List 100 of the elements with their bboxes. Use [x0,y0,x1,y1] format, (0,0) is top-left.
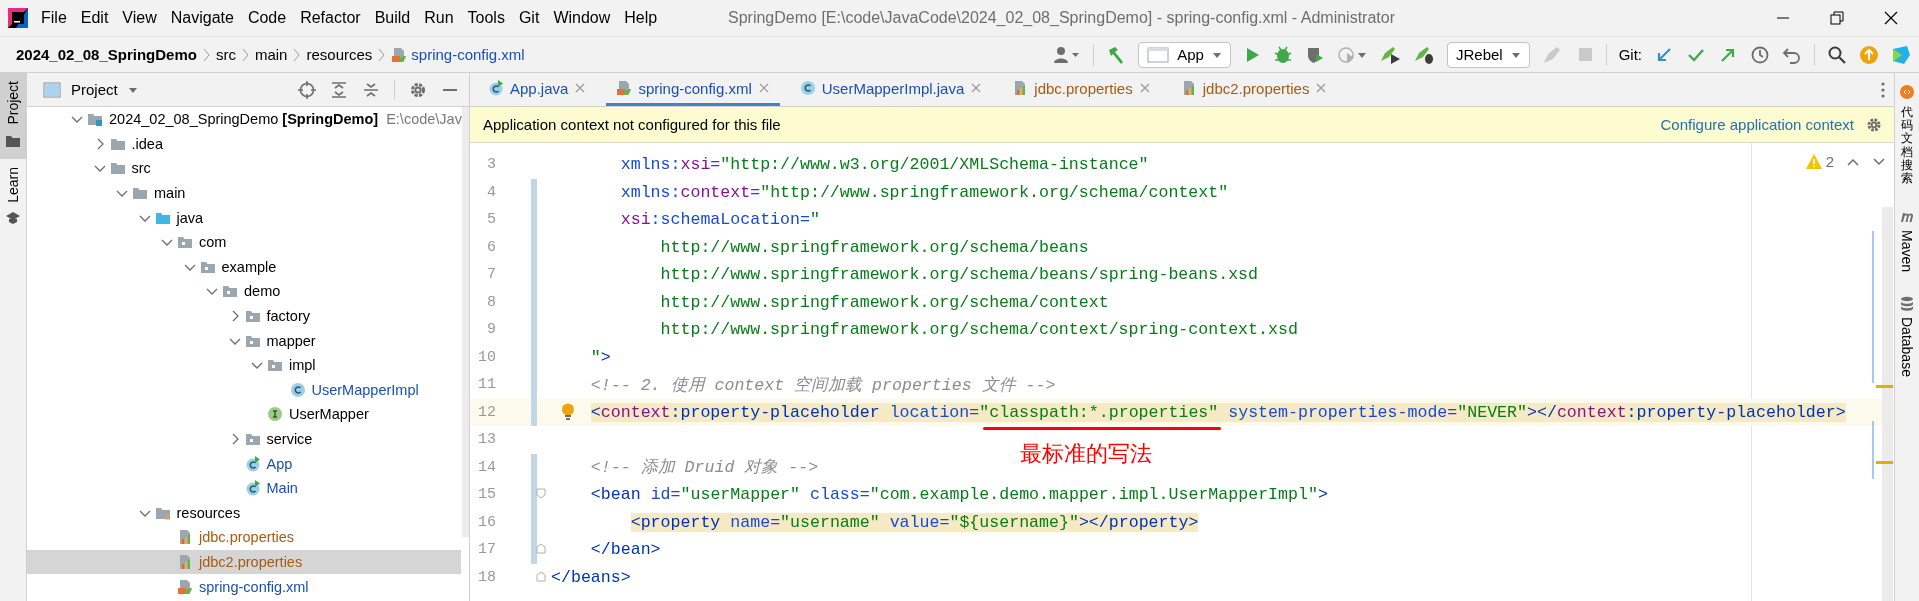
tree-item[interactable]: com [27,229,461,255]
menu-item[interactable]: Help [624,9,658,27]
path-label: E:\code\Jav [386,111,462,128]
menu-item[interactable]: Edit [80,9,109,27]
rocket-bug-icon[interactable] [1412,44,1435,65]
change-stripe [1872,421,1874,479]
menu-item[interactable]: Build [374,9,411,27]
target-icon[interactable] [298,80,316,99]
code-line: http://www.springframework.org/schema/context/spring-context.xsd [659,320,1298,340]
chevron-right-icon [240,46,250,63]
search-icon[interactable] [1827,44,1847,65]
package-icon [244,308,261,325]
breadcrumb[interactable]: resources [306,46,373,63]
properties-file-icon [177,554,193,570]
graduation-cap-icon [5,210,21,227]
tree-item[interactable]: example [27,254,461,280]
xml-file-icon [391,46,408,63]
breadcrumb[interactable]: main [254,46,288,63]
line-number: 10 [477,348,496,366]
chevron-right-icon [377,46,387,63]
line-number: 9 [486,321,496,339]
tree-item[interactable]: App [27,451,461,476]
breadcrumb[interactable]: src [215,46,236,63]
line-number: 16 [477,513,496,531]
settings-icon[interactable] [1866,116,1882,133]
clock-play-icon[interactable] [1336,44,1367,65]
package-icon [177,234,193,251]
side-tab[interactable]: Learn [0,158,26,237]
run-config-dropdown[interactable]: App [1138,41,1231,68]
plugin-config-dropdown[interactable]: JRebel [1446,41,1530,68]
warning-count[interactable]: 2 [1805,153,1834,170]
more-options-icon[interactable] [1880,80,1886,99]
fold-marker-icon[interactable] [536,543,546,554]
tree-item[interactable]: resources [27,500,461,526]
menu-item[interactable]: Code [247,9,287,27]
breadcrumb[interactable]: spring-config.xml [391,46,525,63]
tree-item[interactable]: mapper [27,328,461,353]
document-search-icon [1900,85,1914,100]
interface-icon [267,406,283,423]
tree-item[interactable]: service [27,426,461,452]
side-tab[interactable]: Project [0,73,26,159]
runnable-class-icon [488,80,504,96]
collapse-all-icon[interactable] [362,80,380,99]
menu-item[interactable]: Git [518,9,540,27]
fold-marker-icon[interactable] [536,488,546,499]
expand-all-icon[interactable] [330,80,348,99]
editor-tab[interactable]: App.java [478,73,597,106]
tree-item[interactable]: 2024_02_08_SpringDemo [SpringDemo] E:\code\Jav [27,107,461,132]
editor-tab[interactable]: jdbc.properties [1002,73,1161,106]
tree-item[interactable]: UserMapperImpl [27,377,461,403]
menu-item[interactable]: Tools [467,9,505,27]
bug-icon[interactable] [1272,44,1293,65]
annotation-text: 最标准的写法 [1020,440,1152,468]
menu-item[interactable]: File [41,9,67,27]
lightbulb-icon[interactable] [561,402,575,421]
tree-item[interactable]: java [27,205,461,230]
line-number: 18 [477,568,496,586]
properties-file-icon [177,529,193,546]
tree-item[interactable]: UserMapper [27,402,461,427]
user-icon[interactable] [1053,44,1082,65]
side-tab[interactable]: 代码文档搜索 [1900,85,1914,186]
line-number: 11 [477,376,496,394]
tree-item[interactable]: src [27,156,461,181]
configure-link[interactable]: Configure application context [1660,116,1854,133]
side-tab[interactable]: Database [1899,296,1915,378]
close-icon[interactable] [1883,10,1899,26]
side-tab[interactable]: Maven [1899,209,1915,273]
package-icon [244,431,261,447]
menu-item[interactable]: Navigate [170,9,234,27]
tree-item[interactable]: factory [27,303,461,329]
fold-marker-icon[interactable] [536,570,546,582]
menu-item[interactable]: Window [553,9,611,27]
menu-item[interactable]: Run [424,9,454,27]
code-line: <bean id="userMapper" class="com.example.demo.mapper.impl.UserMapperImpl"> [589,485,1328,505]
tree-item[interactable]: jdbc.properties [27,525,461,550]
chevron-right-icon [201,46,211,63]
restore-icon[interactable] [1829,10,1845,26]
menu-item[interactable]: View [122,9,157,27]
tree-item[interactable]: demo [27,279,461,304]
rocket-run-icon[interactable] [1378,44,1401,65]
module-folder-icon [87,111,103,128]
line-number: 5 [486,211,496,229]
warning-mark [1876,385,1893,388]
tree-item[interactable]: spring-config.xml [27,574,461,599]
tree-item[interactable]: Main [27,475,461,501]
code-line: xmlns:xsi="http://www.w3.org/2001/XMLSchema-instance" [619,155,1149,175]
tree-item[interactable]: impl [27,352,461,378]
tree-item[interactable]: .idea [27,131,461,157]
window-icon [1147,46,1170,63]
settings-icon[interactable] [409,80,427,99]
breadcrumb[interactable]: 2024_02_08_SpringDemo [16,46,197,63]
panel-title-dropdown[interactable]: Project [43,81,138,98]
clock-icon[interactable] [1750,44,1770,65]
code-line: http://www.springframework.org/schema/beans/spring-beans.xsd [659,265,1259,285]
app-logo-icon[interactable] [8,8,28,28]
editor-tab[interactable]: UserMapperImpl.java [789,73,993,106]
editor-tab[interactable]: jdbc2.properties [1170,73,1338,106]
line-number: 8 [486,293,496,311]
tree-item[interactable]: main [27,180,461,206]
menu-item[interactable]: Refactor [300,9,361,27]
